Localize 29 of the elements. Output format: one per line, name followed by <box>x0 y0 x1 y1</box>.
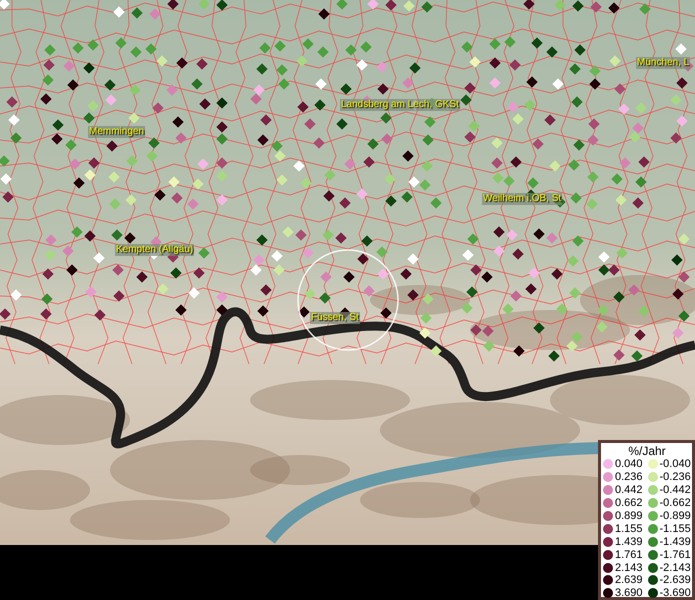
legend-value: -1.155 <box>660 522 691 535</box>
legend-value: 1.761 <box>615 548 643 561</box>
legend-value: -1.761 <box>660 548 691 561</box>
legend-value: -1.439 <box>660 536 691 548</box>
legend-value: 0.442 <box>615 484 643 496</box>
legend-value: 2.143 <box>615 562 643 574</box>
place-label: Weilheim i.OB, St <box>482 193 562 205</box>
place-label: Kempten (Allgäu) <box>115 244 194 256</box>
place-label: Memmingen <box>88 126 146 138</box>
legend-value: -3.690 <box>660 587 691 600</box>
legend-value: -2.143 <box>660 562 691 574</box>
legend-value: -0.236 <box>660 471 691 484</box>
legend-value: 2.639 <box>615 574 643 586</box>
legend-value: 0.899 <box>615 510 643 522</box>
place-label: Füssen, St <box>310 312 360 324</box>
legend-value: -0.899 <box>660 510 691 522</box>
legend-value: -0.662 <box>660 497 691 510</box>
legend-value: 1.439 <box>615 536 643 548</box>
legend-value: 0.236 <box>615 471 643 484</box>
place-label: München, L <box>636 57 690 69</box>
legend-value: 1.155 <box>615 522 643 535</box>
place-label: Landsberg am Lech, GKSt <box>340 99 460 111</box>
legend-value: 3.690 <box>615 587 643 600</box>
legend-value: 0.040 <box>615 458 643 470</box>
legend-value: -0.442 <box>660 484 691 496</box>
legend-value: -2.639 <box>660 574 691 586</box>
legend-value: 0.662 <box>615 497 643 510</box>
legend-title: %/Jahr <box>627 444 667 458</box>
legend-value: -0.040 <box>660 458 691 470</box>
